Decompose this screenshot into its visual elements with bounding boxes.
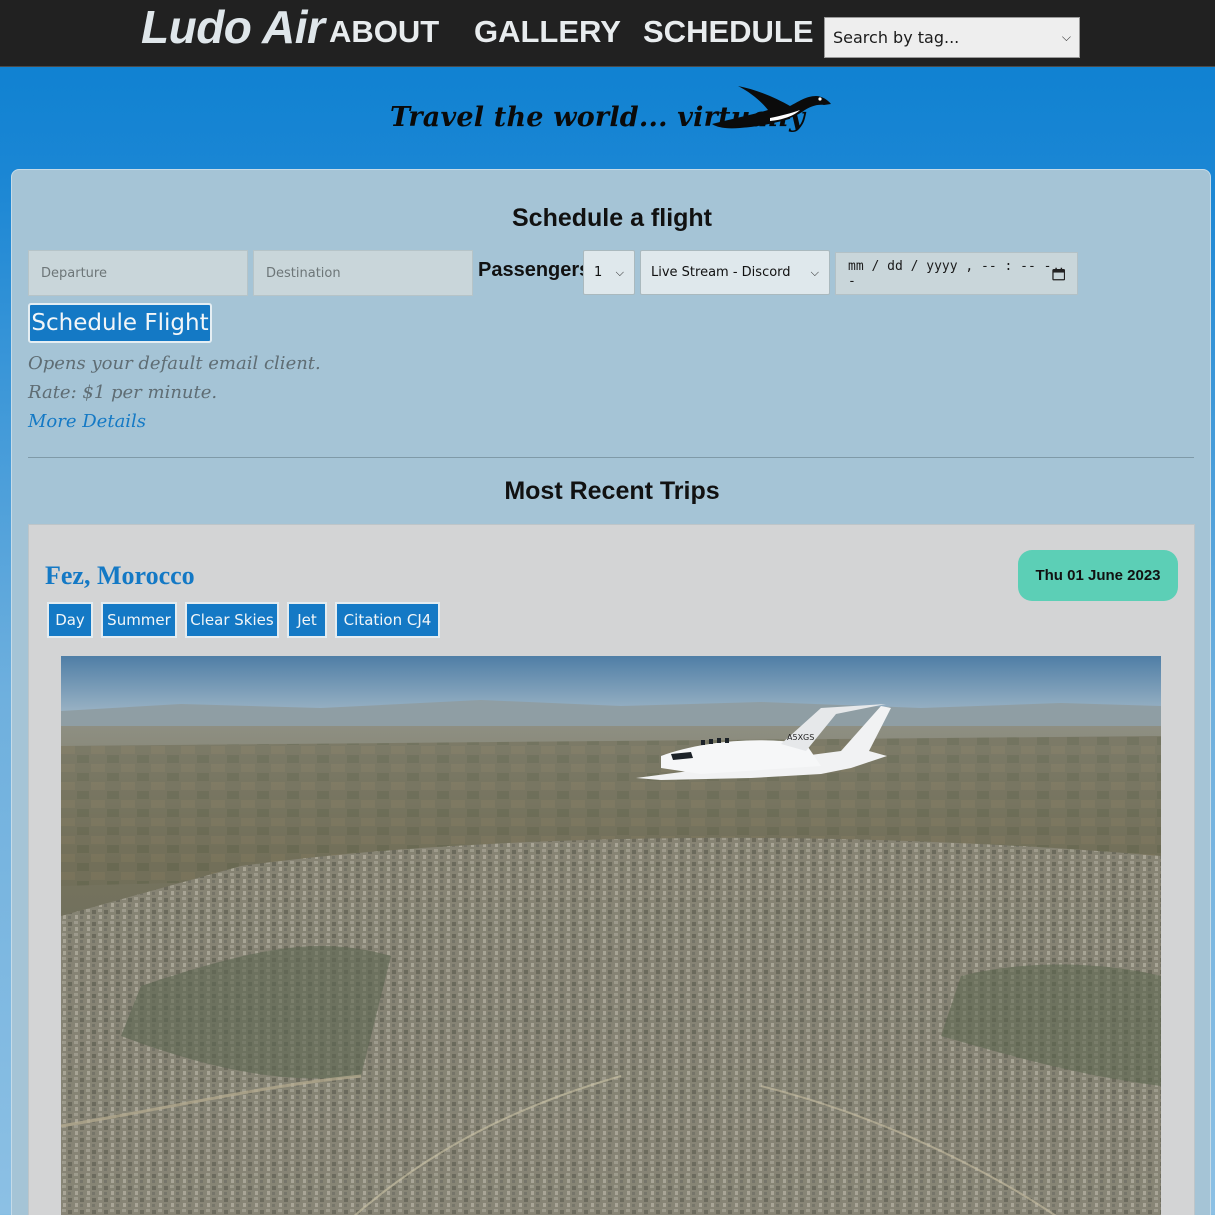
tag-day[interactable]: Day — [47, 602, 93, 638]
chevron-down-icon: ⌵ — [615, 265, 624, 279]
stream-value: Live Stream - Discord — [651, 265, 791, 280]
trip-date-badge: Thu 01 June 2023 — [1018, 550, 1178, 601]
aerial-city-photo: A5XGS — [61, 656, 1161, 1215]
departure-input[interactable]: Departure — [28, 250, 248, 296]
tag-search-select[interactable]: Search by tag... ⌵ — [824, 17, 1080, 58]
chevron-down-icon: ⌵ — [1061, 30, 1071, 44]
trip-title[interactable]: Fez, Morocco — [45, 561, 195, 591]
section-divider — [28, 457, 1194, 458]
schedule-flight-button[interactable]: Schedule Flight — [28, 303, 212, 343]
nav-schedule-link[interactable]: SCHEDULE — [643, 12, 814, 52]
nav-about-link[interactable]: ABOUT — [329, 12, 439, 52]
slogan-banner: Travel the world... virtually — [390, 84, 840, 144]
rate-note: Rate: $1 per minute. — [28, 382, 218, 403]
top-nav: Ludo Air ABOUT GALLERY SCHEDULE Search b… — [0, 0, 1215, 67]
tag-clear-skies[interactable]: Clear Skies — [185, 602, 279, 638]
chevron-down-icon: ⌵ — [810, 265, 819, 279]
destination-input[interactable]: Destination — [253, 250, 473, 296]
schedule-title: Schedule a flight — [511, 204, 713, 232]
jet-registration: A5XGS — [787, 733, 814, 742]
nav-gallery-link[interactable]: GALLERY — [474, 12, 621, 52]
passengers-select[interactable]: 1 ⌵ — [583, 250, 635, 295]
stream-select[interactable]: Live Stream - Discord ⌵ — [640, 250, 830, 295]
datetime-input[interactable]: mm / dd / yyyy , -- : -- -- — [835, 252, 1078, 295]
trip-photo[interactable]: A5XGS — [61, 656, 1161, 1215]
tag-summer[interactable]: Summer — [101, 602, 177, 638]
tag-jet[interactable]: Jet — [287, 602, 327, 638]
tag-search-value: Search by tag... — [833, 28, 960, 47]
main-panel: Schedule a flight Departure Destination … — [11, 169, 1211, 1215]
tag-citation-cj4[interactable]: Citation CJ4 — [335, 602, 440, 638]
datetime-placeholder: mm / dd / yyyy , -- : -- -- — [848, 258, 1052, 289]
trip-card: Fez, Morocco Thu 01 June 2023 Day Summer… — [28, 524, 1195, 1215]
email-client-note: Opens your default email client. — [28, 353, 321, 374]
brand-logo[interactable]: Ludo Air — [141, 0, 325, 56]
more-details-link[interactable]: More Details — [28, 411, 146, 432]
calendar-icon[interactable] — [1051, 267, 1065, 281]
goose-logo-icon — [712, 86, 831, 129]
passengers-label: Passengers: — [478, 259, 597, 281]
passengers-value: 1 — [594, 265, 603, 280]
recent-trips-title: Most Recent Trips — [504, 477, 720, 505]
